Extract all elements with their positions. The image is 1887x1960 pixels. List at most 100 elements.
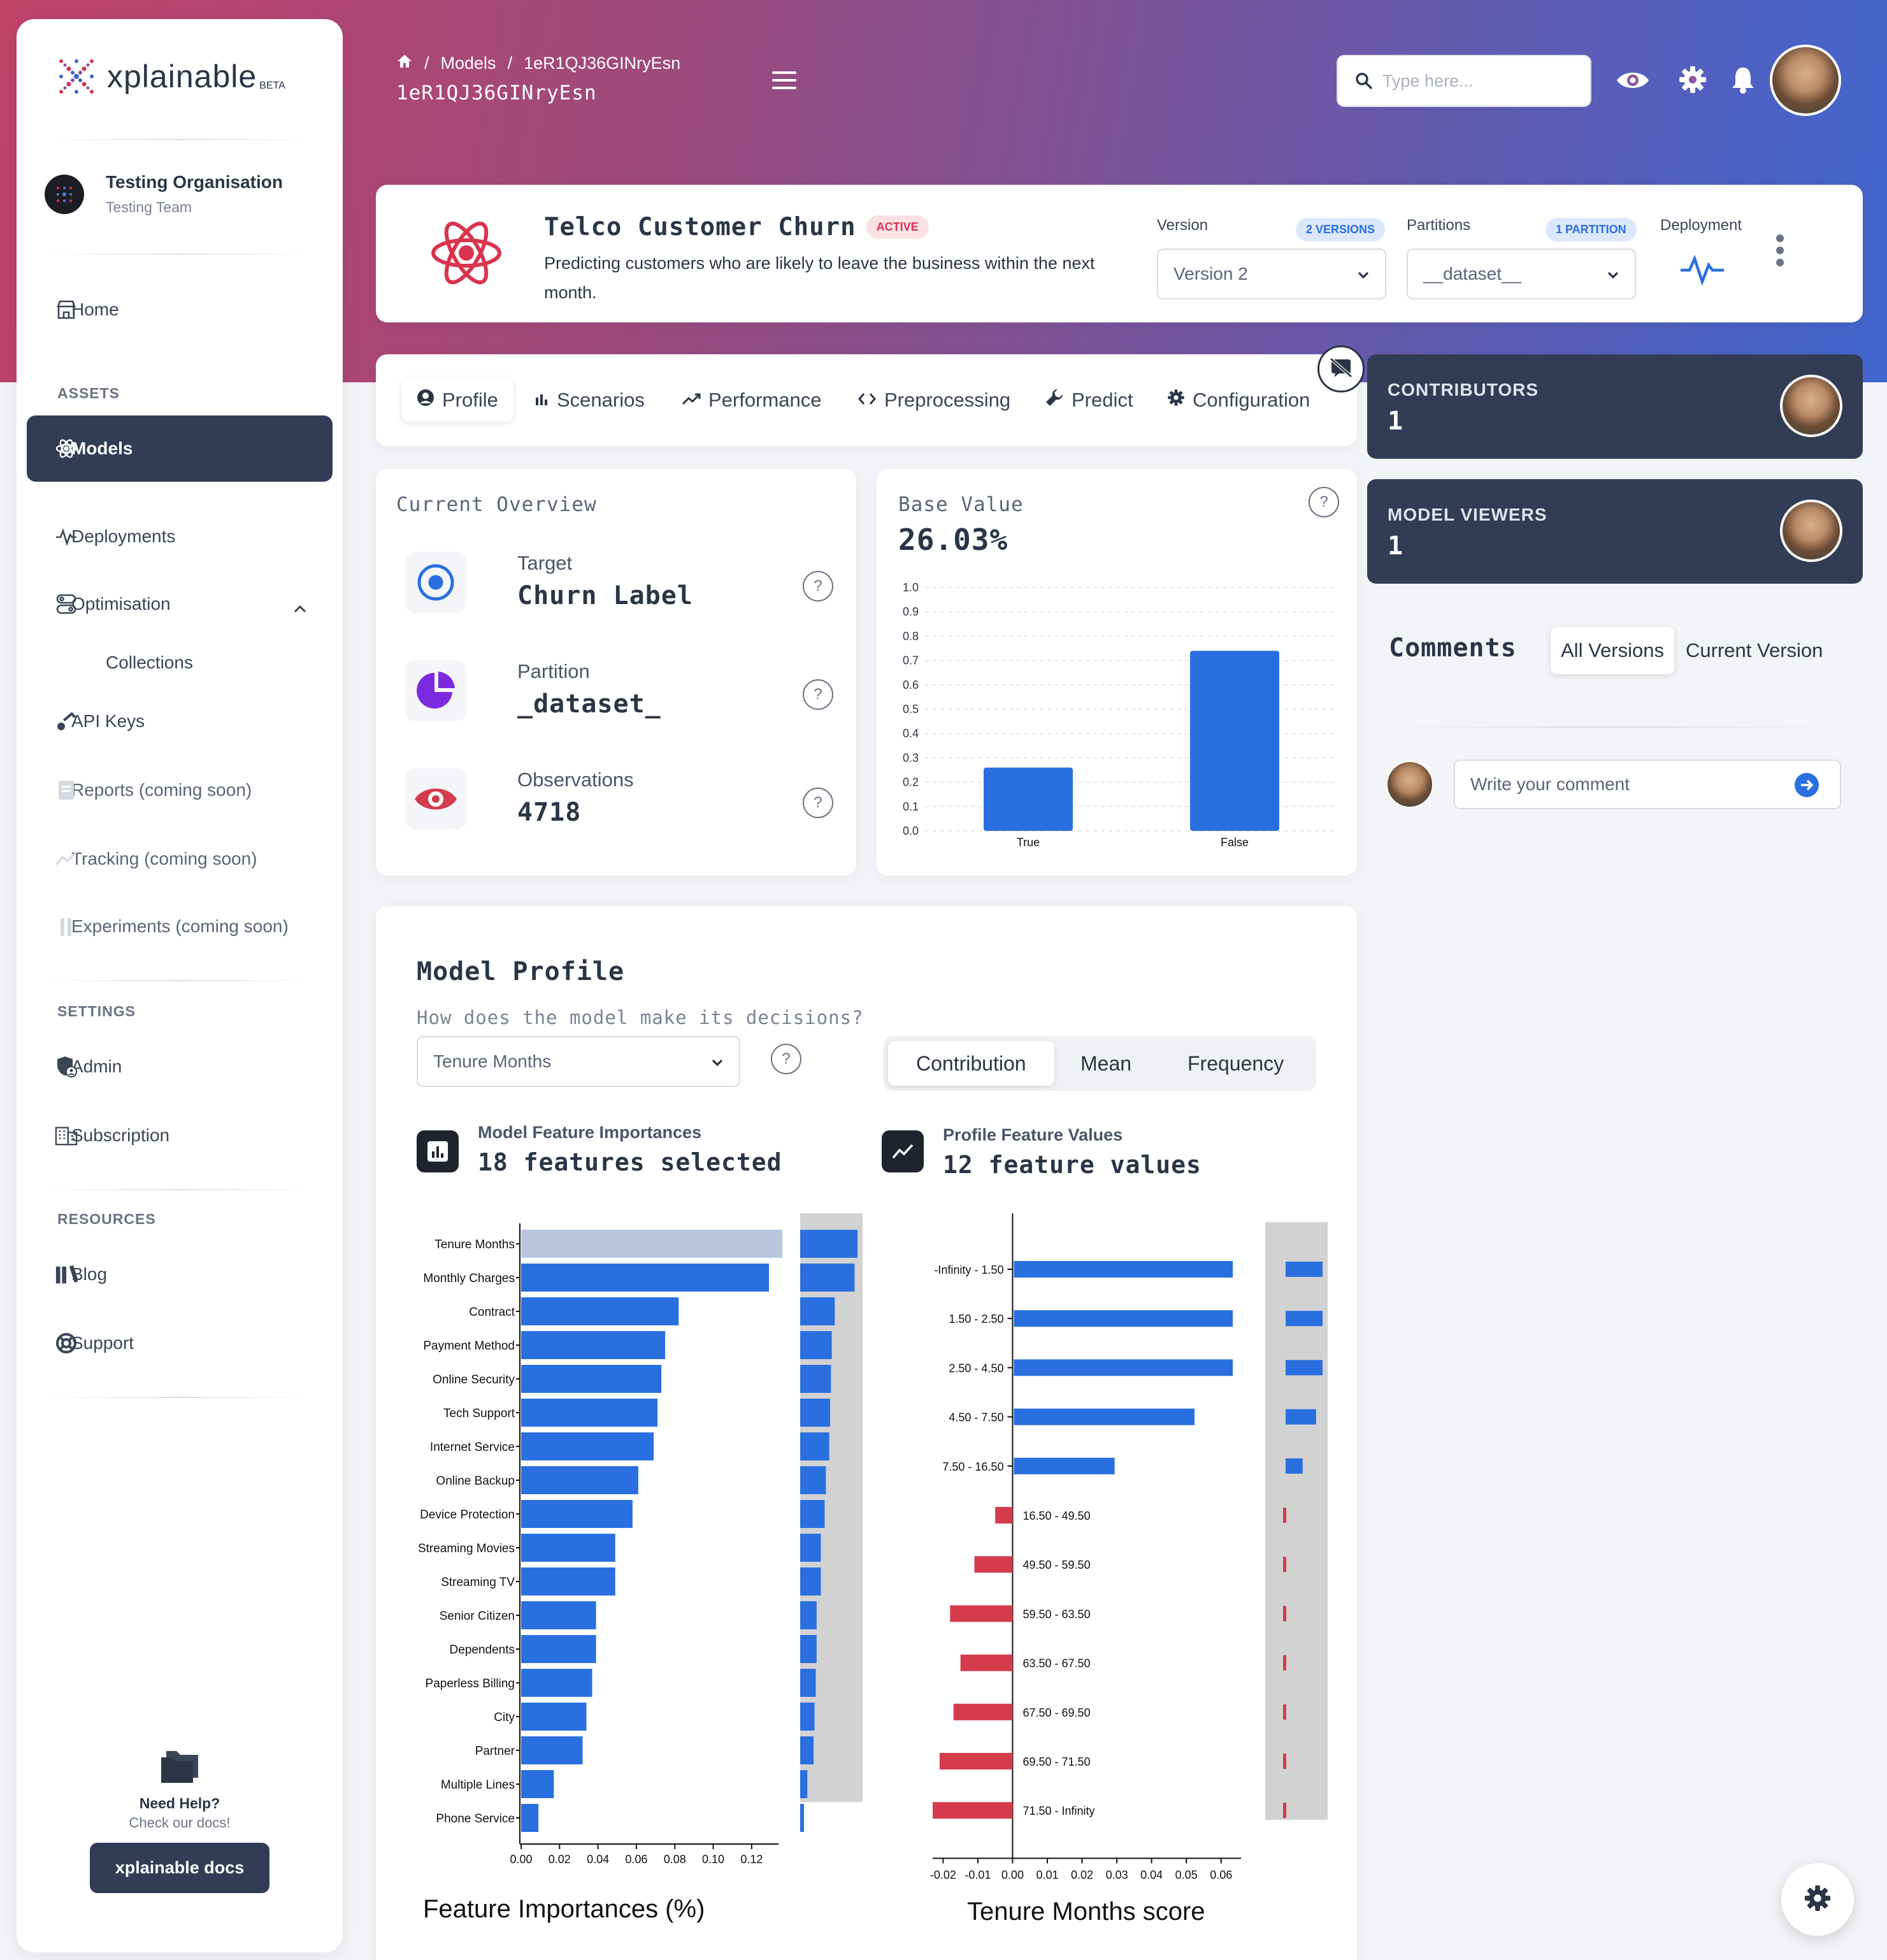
sidebar-item-deployments[interactable]: Deployments	[27, 503, 333, 570]
sidebar-item-experiments[interactable]: Experiments (coming soon)	[27, 893, 333, 960]
target-icon	[405, 552, 466, 613]
minimap-bar	[800, 1534, 821, 1562]
sidebar-item-tracking[interactable]: Tracking (coming soon)	[27, 826, 333, 892]
code-icon	[857, 389, 877, 412]
tab-predict[interactable]: Predict	[1045, 378, 1133, 422]
category-label: Payment Method	[423, 1339, 515, 1353]
sidebar-item-api-keys[interactable]: API Keys	[27, 688, 333, 754]
comment-input[interactable]: Write your comment	[1454, 760, 1841, 809]
eye-icon[interactable]	[1616, 66, 1650, 97]
sidebar-item-blog[interactable]: Blog	[27, 1241, 333, 1308]
x-tick-label: 0.12	[740, 1853, 763, 1866]
bin-label: 69.50 - 71.50	[1022, 1755, 1090, 1768]
partition-label: Partition	[517, 660, 590, 682]
sidebar-item-collections[interactable]: Collections	[27, 630, 333, 696]
y-tick-label: 0.4	[903, 727, 919, 740]
tab-performance[interactable]: Performance	[682, 378, 821, 422]
feature-select[interactable]: Tenure Months	[417, 1036, 740, 1087]
bin-label: 59.50 - 63.50	[1022, 1608, 1090, 1620]
deployment-pulse-icon[interactable]	[1679, 251, 1725, 290]
help-icon[interactable]: ?	[803, 788, 833, 818]
y-tick-label: 0.8	[903, 630, 919, 642]
divider	[46, 980, 313, 981]
sidebar-item-label: Collections	[106, 652, 193, 672]
bar-false	[1190, 651, 1279, 831]
organisation-name: Testing Organisation	[106, 172, 283, 192]
contributor-avatar[interactable]	[1780, 375, 1842, 437]
tab-configuration[interactable]: Configuration	[1167, 378, 1310, 422]
home-icon[interactable]	[396, 54, 413, 73]
viewers-count: 1	[1388, 531, 1403, 561]
partition-select[interactable]: __dataset__	[1407, 249, 1636, 299]
minimap-bar	[800, 1770, 808, 1798]
minimap-bar	[800, 1230, 857, 1258]
help-icon[interactable]: ?	[803, 571, 833, 602]
viewer-avatar[interactable]	[1780, 500, 1842, 562]
more-options-icon[interactable]	[1775, 233, 1785, 271]
sidebar-item-home[interactable]: Home	[27, 277, 333, 343]
brand-name: xplainable	[107, 59, 257, 94]
brand-logo[interactable]: xplainable BETA	[57, 57, 285, 96]
docs-button[interactable]: xplainable docs	[89, 1843, 270, 1893]
sidebar-item-optimisation[interactable]: Optimisation	[27, 571, 333, 637]
minimap-bar	[800, 1466, 826, 1494]
breadcrumb-current: 1eR1QJ36GINryEsn	[524, 54, 681, 73]
negative-bar	[960, 1654, 1013, 1671]
minimap-bar	[800, 1804, 804, 1832]
x-tick-label: 0.10	[702, 1853, 724, 1866]
store-icon	[55, 298, 78, 321]
tab-scenarios[interactable]: Scenarios	[534, 378, 645, 422]
x-tick-label: 0.04	[587, 1853, 609, 1866]
bin-label: 63.50 - 67.50	[1022, 1657, 1090, 1670]
sidebar-item-admin[interactable]: Admin	[27, 1034, 333, 1100]
help-box: Need Help? Check our docs! xplainable do…	[17, 1746, 343, 1893]
user-avatar[interactable]	[1770, 45, 1841, 116]
minimap-bar	[800, 1736, 814, 1764]
settings-fab[interactable]	[1781, 1863, 1854, 1936]
wrench-icon	[1045, 388, 1064, 412]
mode-contribution[interactable]: Contribution	[888, 1041, 1054, 1086]
hide-comments-button[interactable]	[1317, 345, 1365, 393]
filter-all-versions[interactable]: All Versions	[1551, 627, 1674, 674]
help-icon[interactable]: ?	[771, 1044, 801, 1074]
menu-icon[interactable]	[772, 71, 796, 94]
tab-preprocessing[interactable]: Preprocessing	[857, 378, 1010, 422]
negative-bar	[995, 1507, 1013, 1524]
category-label: Online Security	[433, 1373, 515, 1387]
minimap-bar	[1283, 1508, 1286, 1523]
sidebar-item-reports[interactable]: Reports (coming soon)	[27, 757, 333, 823]
building-icon	[55, 1124, 78, 1147]
category-label: Senior Citizen	[440, 1610, 515, 1623]
x-tick-label: 0.00	[510, 1853, 532, 1866]
settings-gear-icon[interactable]	[1678, 65, 1707, 97]
search-input[interactable]: Type here...	[1337, 55, 1591, 107]
sidebar-item-models[interactable]: Models	[27, 415, 333, 482]
y-tick-label: 0.7	[903, 654, 919, 667]
sidebar-item-label: Optimisation	[71, 594, 171, 614]
mode-frequency[interactable]: Frequency	[1187, 1041, 1284, 1086]
organisation-avatar	[45, 174, 84, 214]
sidebar-item-subscription[interactable]: Subscription	[27, 1102, 333, 1169]
breadcrumb-models[interactable]: Models	[441, 54, 496, 73]
organisation-switcher[interactable]: Testing Organisation Testing Team	[45, 172, 283, 216]
version-select[interactable]: Version 2	[1157, 249, 1386, 299]
model-title: Telco Customer Churn	[544, 213, 856, 241]
minimap-bar	[1283, 1655, 1286, 1671]
chevron-down-icon	[1356, 266, 1371, 287]
category-label: Partner	[475, 1745, 515, 1758]
mode-mean[interactable]: Mean	[1080, 1041, 1131, 1086]
bin-label: 2.50 - 4.50	[949, 1362, 1003, 1374]
base-value-chart: 0.0 0.1 0.2 0.3 0.4 0.5 0.6 0.7 0.8 0.9 1.0 True Fal…	[903, 581, 1338, 849]
help-icon[interactable]: ?	[803, 679, 833, 710]
sidebar-item-support[interactable]: Support	[27, 1310, 333, 1376]
tab-profile[interactable]: Profile	[401, 378, 513, 422]
bin-label: 4.50 - 7.50	[949, 1411, 1003, 1424]
model-profile-title: Model Profile	[417, 957, 625, 986]
versions-badge: 2 VERSIONS	[1296, 218, 1386, 241]
atom-icon	[428, 213, 505, 296]
minimap-bar	[1286, 1360, 1323, 1376]
chevron-up-icon[interactable]	[293, 598, 307, 618]
send-arrow-icon[interactable]	[1794, 772, 1819, 802]
filter-current-version[interactable]: Current Version	[1686, 627, 1823, 674]
bell-icon[interactable]	[1730, 65, 1756, 97]
